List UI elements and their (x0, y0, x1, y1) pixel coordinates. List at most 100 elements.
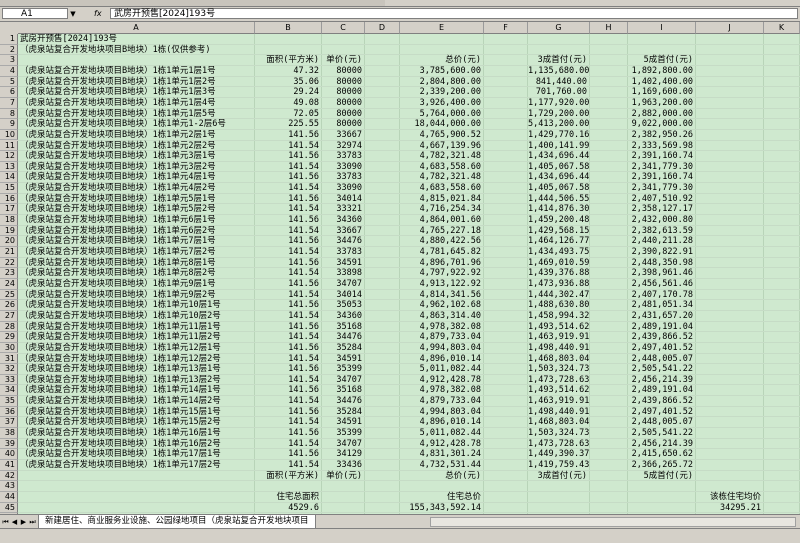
cell-A20[interactable]: （虎泉站复合开发地块项目B地块）1栋1单元7层1号 (20, 236, 216, 247)
cell-A29[interactable]: （虎泉站复合开发地块项目B地块）1栋1单元11层2号 (20, 332, 221, 343)
row-header[interactable]: 20 (0, 236, 18, 247)
sheet-tab[interactable]: 新建居住、商业服务业设施、公园绿地项目（虎泉站复合开发地块项目 (38, 515, 316, 529)
cell-B20[interactable]: 141.56 (255, 236, 319, 247)
row-header[interactable]: 37 (0, 417, 18, 429)
cell-C5[interactable]: 80000 (322, 77, 362, 88)
cell-I38[interactable]: 2,505,541.22 (628, 428, 693, 439)
cell-B13[interactable]: 141.54 (255, 162, 319, 173)
cell-C12[interactable]: 33783 (322, 151, 362, 162)
row-header[interactable]: 1 (0, 34, 18, 45)
cell-I7[interactable]: 1,963,200.00 (628, 98, 693, 109)
cell-E10[interactable]: 4,765,900.52 (400, 130, 481, 141)
cell-E11[interactable]: 4,667,139.96 (400, 141, 481, 152)
cell-G17[interactable]: 1,414,876.30 (528, 204, 589, 215)
cell-E17[interactable]: 4,716,254.34 (400, 204, 481, 215)
cell-G23[interactable]: 1,439,376.88 (528, 268, 589, 279)
cell-B32[interactable]: 141.56 (255, 364, 319, 375)
cell-E22[interactable]: 4,896,701.96 (400, 258, 481, 269)
cell-I31[interactable]: 2,448,005.07 (628, 354, 693, 365)
cell-I34[interactable]: 2,489,191.04 (628, 385, 693, 396)
chevron-down-icon[interactable]: ▼ (68, 9, 78, 19)
cell-A9[interactable]: （虎泉站复合开发地块项目B地块）1栋1单元1-2层6号 (20, 119, 226, 130)
cell-A16[interactable]: （虎泉站复合开发地块项目B地块）1栋1单元5层1号 (20, 194, 216, 205)
row-header[interactable]: 45 (0, 502, 18, 514)
cell-E5[interactable]: 2,804,800.00 (400, 77, 481, 88)
cell-E3[interactable]: 总价(元) (400, 55, 481, 66)
cell-C39[interactable]: 34707 (322, 439, 362, 450)
cell-E24[interactable]: 4,913,122.92 (400, 279, 481, 290)
row-header[interactable]: 12 (0, 151, 18, 162)
cell-A5[interactable]: （虎泉站复合开发地块项目B地块）1栋1单元1层2号 (20, 77, 216, 88)
cell-G24[interactable]: 1,473,936.88 (528, 279, 589, 290)
cell-I13[interactable]: 2,341,779.30 (628, 162, 693, 173)
cell-E34[interactable]: 4,978,382.08 (400, 385, 481, 396)
cell-C30[interactable]: 35284 (322, 343, 362, 354)
cell-B41[interactable]: 141.54 (255, 460, 319, 471)
cell-A6[interactable]: （虎泉站复合开发地块项目B地块）1栋1单元1层3号 (20, 87, 216, 98)
cell-G35[interactable]: 1,463,919.91 (528, 396, 589, 407)
cell-I18[interactable]: 2,432,000.80 (628, 215, 693, 226)
cell-B26[interactable]: 141.56 (255, 300, 319, 311)
cell-B19[interactable]: 141.54 (255, 226, 319, 237)
cell-A18[interactable]: （虎泉站复合开发地块项目B地块）1栋1单元6层1号 (20, 215, 216, 226)
cell-A41[interactable]: （虎泉站复合开发地块项目B地块）1栋1单元17层2号 (20, 460, 221, 471)
cell-A28[interactable]: （虎泉站复合开发地块项目B地块）1栋1单元11层1号 (20, 322, 221, 333)
cell-E35[interactable]: 4,879,733.04 (400, 396, 481, 407)
cell-I40[interactable]: 2,415,650.62 (628, 449, 693, 460)
row-header[interactable]: 40 (0, 449, 18, 460)
cell-E19[interactable]: 4,765,227.18 (400, 226, 481, 237)
cell-G40[interactable]: 1,449,390.37 (528, 449, 589, 460)
cell-G16[interactable]: 1,444,506.55 (528, 194, 589, 205)
cell-E41[interactable]: 4,732,531.44 (400, 460, 481, 471)
cell-G7[interactable]: 1,177,920.00 (528, 98, 589, 109)
cell-C31[interactable]: 34591 (322, 354, 362, 365)
cell-G38[interactable]: 1,503,324.73 (528, 428, 589, 439)
name-box[interactable]: A1 (2, 8, 68, 19)
row-header[interactable]: 22 (0, 257, 18, 269)
cell-B35[interactable]: 141.54 (255, 396, 319, 407)
cell-C25[interactable]: 34014 (322, 290, 362, 301)
cell-C41[interactable]: 33436 (322, 460, 362, 471)
column-header[interactable]: A (18, 22, 255, 34)
cell-I33[interactable]: 2,456,214.39 (628, 375, 693, 386)
cell-I35[interactable]: 2,439,866.52 (628, 396, 693, 407)
cell-G14[interactable]: 1,434,696.44 (528, 172, 589, 183)
cell-A21[interactable]: （虎泉站复合开发地块项目B地块）1栋1单元7层2号 (20, 247, 216, 258)
cell-C14[interactable]: 33783 (322, 172, 362, 183)
row-header[interactable]: 14 (0, 172, 18, 184)
cell-C33[interactable]: 34707 (322, 375, 362, 386)
cell-C10[interactable]: 33667 (322, 130, 362, 141)
cell-grid[interactable]: 武房开预售[2024]193号 （虎泉站复合开发地块项目B地块）1栋(仅供参考) 面… (18, 34, 800, 535)
cell-E18[interactable]: 4,864,001.60 (400, 215, 481, 226)
cell-I15[interactable]: 2,341,779.30 (628, 183, 693, 194)
cell-E44[interactable]: 住宅总价 (400, 492, 481, 503)
cell-B23[interactable]: 141.54 (255, 268, 319, 279)
row-header[interactable]: 7 (0, 97, 18, 109)
cell-I3[interactable]: 5成首付(元) (628, 55, 693, 66)
cell-C11[interactable]: 32974 (322, 141, 362, 152)
cell-B45[interactable]: 4529.6 (255, 503, 319, 514)
cell-I37[interactable]: 2,448,005.07 (628, 417, 693, 428)
cell-A1[interactable]: 武房开预售[2024]193号 (20, 34, 117, 45)
cell-I39[interactable]: 2,456,214.39 (628, 439, 693, 450)
row-header[interactable]: 5 (0, 76, 18, 88)
cell-C34[interactable]: 35168 (322, 385, 362, 396)
cell-A27[interactable]: （虎泉站复合开发地块项目B地块）1栋1单元10层2号 (20, 311, 221, 322)
cell-G18[interactable]: 1,459,200.48 (528, 215, 589, 226)
cell-I12[interactable]: 2,391,160.74 (628, 151, 693, 162)
cell-C24[interactable]: 34707 (322, 279, 362, 290)
cell-G8[interactable]: 1,729,200.00 (528, 109, 589, 120)
cell-A25[interactable]: （虎泉站复合开发地块项目B地块）1栋1单元9层2号 (20, 290, 216, 301)
cell-I21[interactable]: 2,390,822.91 (628, 247, 693, 258)
cell-A14[interactable]: （虎泉站复合开发地块项目B地块）1栋1单元4层1号 (20, 172, 216, 183)
cell-E12[interactable]: 4,782,321.48 (400, 151, 481, 162)
cell-C8[interactable]: 80000 (322, 109, 362, 120)
cell-E45[interactable]: 155,343,592.14 (400, 503, 481, 514)
cell-B16[interactable]: 141.56 (255, 194, 319, 205)
cell-B8[interactable]: 72.05 (255, 109, 319, 120)
cell-B33[interactable]: 141.54 (255, 375, 319, 386)
column-header[interactable]: G (528, 22, 590, 34)
row-header[interactable]: 16 (0, 193, 18, 205)
cell-A13[interactable]: （虎泉站复合开发地块项目B地块）1栋1单元3层2号 (20, 162, 216, 173)
cell-E36[interactable]: 4,994,803.04 (400, 407, 481, 418)
